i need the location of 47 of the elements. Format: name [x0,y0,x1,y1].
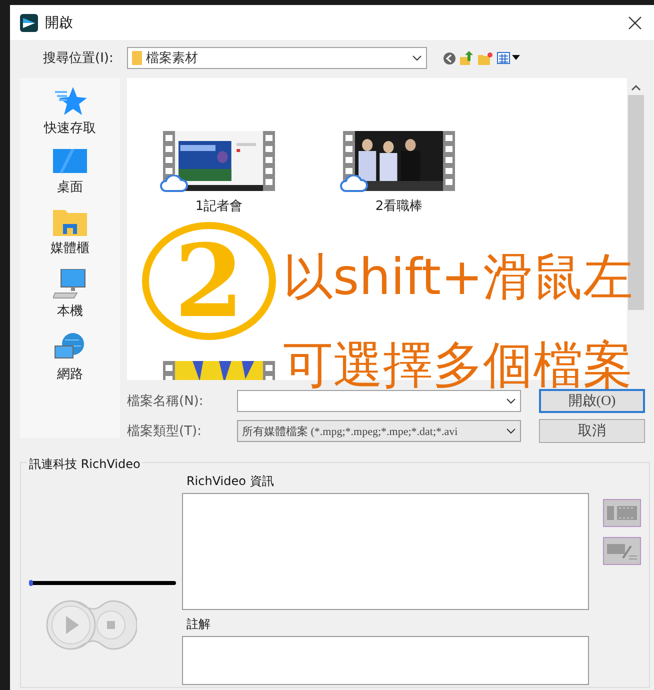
step-number-circle: 2 [142,222,276,340]
play-stop-drawing[interactable] [45,599,137,651]
chevron-down-icon [412,55,422,61]
sidebar-item[interactable]: 快速存取 [44,86,96,137]
film-edit-icon [607,542,637,560]
star-icon [53,86,87,116]
file-name-label: 檔案名稱(N): [127,393,204,410]
app-logo-icon [20,14,38,32]
window-title: 開啟 [45,14,74,32]
sidebar-item[interactable]: 網路 [53,332,87,383]
open-button[interactable]: 開啟(O) [539,389,645,413]
info-box[interactable] [182,493,589,610]
computer-icon [53,269,87,299]
sidebar-item[interactable]: 桌面 [53,149,87,196]
cancel-button[interactable]: 取消 [539,419,645,443]
view-menu-icon[interactable] [497,52,521,64]
new-folder-icon[interactable] [478,52,493,64]
chevron-down-icon [506,428,516,434]
clip-button[interactable] [603,499,641,527]
info-label: RichVideo 資訊 [186,473,275,490]
notes-box[interactable] [182,636,589,685]
notes-label: 註解 [186,616,212,633]
folder-icon [53,208,87,236]
file-name[interactable]: 2看職棒 [375,197,423,215]
file-type-dropdown[interactable]: 所有媒體檔案 (*.mpg;*.mpeg;*.mpe;*.dat;*.avi [237,420,521,442]
chevron-down-icon [506,398,516,404]
file-name[interactable]: 1記者會 [195,197,243,215]
folder-icon [132,51,142,65]
look-in-label: 搜尋位置(I): [43,50,114,67]
back-icon[interactable] [443,52,456,64]
sidebar-item[interactable]: 本機 [53,269,87,320]
annotation-text: 以shift+滑鼠左 [283,250,633,305]
sidebar-item[interactable]: 媒體櫃 [50,208,90,257]
desktop-icon [53,149,87,175]
video-thumbnail[interactable] [163,131,275,191]
up-folder-icon[interactable] [460,51,474,65]
slider-thumb[interactable] [29,580,33,586]
close-icon[interactable] [628,16,642,30]
file-name-field[interactable] [237,390,521,412]
file-type-label: 檔案類型(T): [127,423,202,440]
scroll-up-icon[interactable] [631,84,641,91]
seek-slider[interactable] [31,581,176,585]
video-thumbnail[interactable] [343,131,455,191]
panel-title: 訊連科技 RichVideo [27,456,142,473]
film-icon [607,504,637,522]
edit-button[interactable] [603,537,641,565]
look-in-dropdown[interactable]: 檔案素材 [127,47,427,69]
